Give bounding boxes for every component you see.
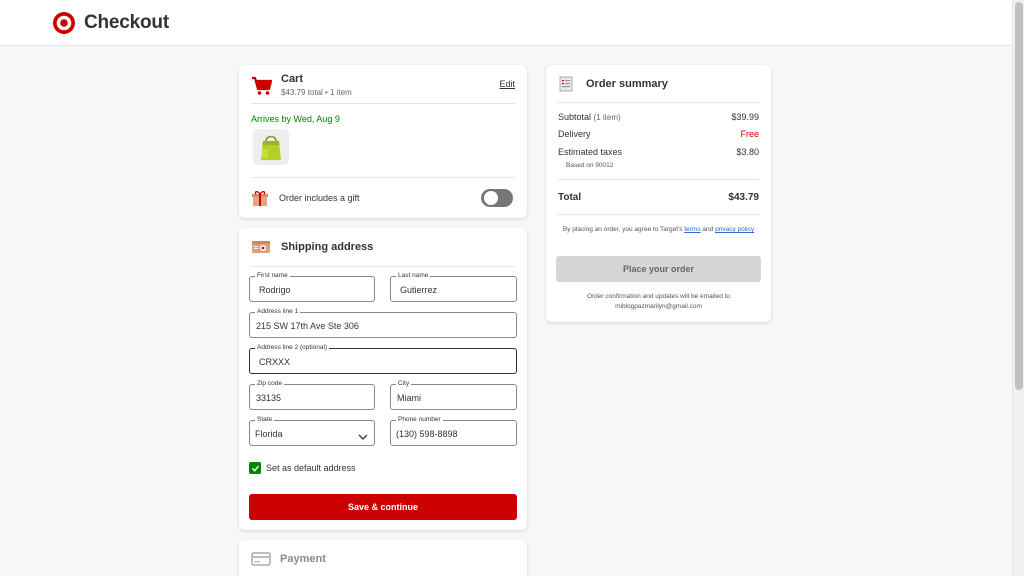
receipt-icon (558, 76, 574, 92)
address-line-2-label: Address line 2 (optional) (255, 344, 330, 352)
tax-zip-note: Based on 90012 (566, 162, 614, 169)
address-line-1-label: Address line 1 (255, 308, 301, 316)
zip-code-field[interactable]: Zip code 33135 (249, 380, 375, 410)
chevron-down-icon (358, 429, 368, 440)
subtotal-label: Subtotal (558, 112, 592, 122)
order-summary-card: Order summary Subtotal (1 item) $39.99 D… (546, 65, 771, 322)
terms-prefix: By placing an order, you agree to Target… (562, 226, 683, 233)
cart-card: Cart $43.79 total • 1 item Edit Arrives … (239, 65, 527, 218)
shipping-box-icon (251, 239, 271, 255)
default-address-option[interactable]: Set as default address (249, 461, 356, 475)
zip-code-value: 33135 (256, 393, 282, 403)
cart-summary-text: Cart $43.79 total • 1 item (281, 73, 352, 103)
place-order-button[interactable]: Place your order (556, 256, 761, 282)
address-line-2-field[interactable]: Address line 2 (optional) CRXXX (249, 344, 517, 374)
first-name-value: Rodrigo (259, 285, 291, 295)
terms-link[interactable]: terms (684, 226, 700, 233)
arrival-date: Arrives by Wed, Aug 9 (251, 114, 340, 124)
state-value: Florida (255, 429, 283, 439)
cart-subtitle: $43.79 total • 1 item (281, 88, 352, 97)
page-title: Checkout (84, 11, 169, 33)
green-tote-bag-icon (261, 135, 281, 160)
subtotal-count: (1 item) (593, 113, 621, 122)
confirmation-email: miblogpazmarilyn@gmail.com (615, 303, 702, 310)
city-label: City (396, 380, 412, 388)
checkmark-icon (251, 465, 259, 472)
delivery-row: Delivery Free (558, 129, 759, 139)
divider (558, 214, 759, 215)
subtotal-label-group: Subtotal (1 item) (558, 112, 621, 122)
delivery-value: Free (740, 129, 759, 139)
confirmation-text: Order confirmation and updates will be e… (586, 293, 731, 300)
divider (251, 266, 515, 267)
phone-number-value: (130) 598-8898 (396, 429, 458, 439)
edit-cart-link[interactable]: Edit (499, 79, 515, 89)
divider (558, 102, 759, 103)
summary-title: Order summary (586, 78, 668, 90)
subtotal-row: Subtotal (1 item) $39.99 (558, 112, 759, 122)
state-label: State (255, 416, 275, 424)
first-name-label: First name (255, 272, 290, 280)
cart-header: Cart $43.79 total • 1 item (251, 73, 515, 103)
gift-toggle[interactable] (481, 189, 513, 207)
shipping-title: Shipping address (281, 241, 374, 253)
city-value: Miami (397, 393, 421, 403)
scrollbar-thumb[interactable] (1015, 2, 1023, 390)
gift-icon (251, 189, 269, 207)
cart-item-thumbnail[interactable] (253, 129, 289, 165)
shipping-address-card: Shipping address First name Rodrigo Last… (239, 228, 527, 530)
city-field[interactable]: City Miami (390, 380, 517, 410)
phone-number-label: Phone number (396, 416, 443, 424)
credit-card-icon (251, 552, 271, 566)
gift-option-row: Order includes a gift (251, 187, 515, 209)
terms-and: and (702, 226, 714, 233)
divider (251, 177, 515, 178)
delivery-label: Delivery (558, 129, 591, 139)
first-name-field[interactable]: First name Rodrigo (249, 272, 375, 302)
cart-title: Cart (281, 73, 304, 85)
checkout-header: Checkout (0, 0, 1012, 46)
last-name-label: Last name (396, 272, 431, 280)
total-label: Total (558, 192, 582, 203)
address-line-1-field[interactable]: Address line 1 215 SW 17th Ave Ste 306 (249, 308, 517, 338)
address-line-2-value: CRXXX (259, 357, 291, 367)
phone-number-field[interactable]: Phone number (130) 598-8898 (390, 416, 517, 446)
gift-label: Order includes a gift (279, 193, 360, 203)
toggle-knob (484, 191, 498, 205)
default-address-checkbox[interactable] (249, 462, 261, 474)
last-name-value: Gutierrez (400, 285, 438, 295)
taxes-row: Estimated taxes $3.80 (558, 147, 759, 157)
taxes-label: Estimated taxes (558, 147, 623, 157)
save-continue-button[interactable]: Save & continue (249, 494, 517, 520)
shopping-cart-icon (251, 75, 273, 97)
zip-code-label: Zip code (255, 380, 284, 388)
subtotal-value: $39.99 (731, 112, 759, 122)
total-row: Total $43.79 (558, 192, 759, 203)
page-scrollbar[interactable] (1012, 0, 1024, 576)
total-value: $43.79 (728, 192, 759, 203)
address-line-1-value: 215 SW 17th Ave Ste 306 (256, 321, 359, 331)
payment-title: Payment (280, 553, 326, 565)
target-logo-icon[interactable] (52, 11, 76, 35)
payment-header: Payment (251, 551, 326, 567)
privacy-policy-link[interactable]: privacy policy (715, 226, 754, 233)
taxes-value: $3.80 (736, 147, 759, 157)
default-address-label: Set as default address (266, 463, 356, 473)
divider (558, 179, 759, 180)
last-name-field[interactable]: Last name Gutierrez (390, 272, 517, 302)
state-select[interactable]: State Florida (249, 416, 375, 446)
confirmation-note: Order confirmation and updates will be e… (560, 292, 757, 312)
shipping-header: Shipping address (251, 238, 373, 256)
terms-notice: By placing an order, you agree to Target… (560, 225, 757, 235)
summary-header: Order summary (558, 75, 668, 93)
divider (251, 103, 515, 104)
payment-card[interactable]: Payment (239, 540, 527, 576)
